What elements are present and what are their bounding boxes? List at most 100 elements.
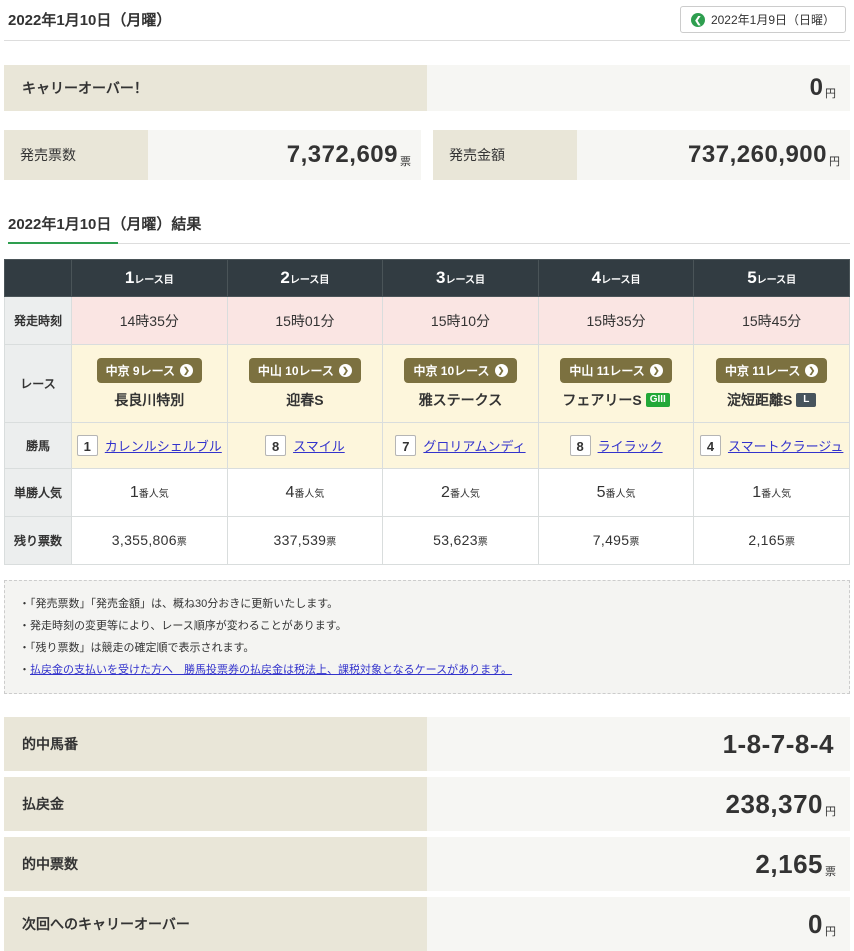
- ticket-count-label: 発売票数: [4, 130, 148, 180]
- grade-listed-badge: L: [796, 393, 816, 407]
- race-4-name: フェアリーSGIII: [539, 390, 694, 410]
- start-time-3: 15時10分: [383, 297, 539, 345]
- grade-g3-badge: GIII: [646, 393, 670, 407]
- tax-info-link[interactable]: 払戻金の支払いを受けた方へ 勝馬投票券の払戻金は税法上、課税対象となるケースがあ…: [30, 664, 512, 676]
- results-header-row: 1レース目 2レース目 3レース目 4レース目 5レース目: [5, 260, 850, 297]
- race-5-header: 5レース目: [694, 260, 850, 297]
- page-title: 2022年1月10日（月曜）: [8, 9, 171, 30]
- race-cell-3: 中京 10レース❯ 雅ステークス: [383, 345, 539, 423]
- start-time-2: 15時01分: [227, 297, 383, 345]
- sales-amount-value: 737,260,900 円: [577, 130, 850, 180]
- remaining-1: 3,355,806票: [72, 517, 228, 565]
- race-1-button[interactable]: 中京 9レース❯: [97, 358, 202, 383]
- prev-day-button[interactable]: ❮ 2022年1月9日（日曜）: [680, 6, 846, 33]
- winning-numbers-value: 1-8-7-8-4: [427, 717, 850, 771]
- race-5-name: 淀短距離SL: [694, 390, 849, 410]
- race-4-button[interactable]: 中山 11レース❯: [560, 358, 671, 383]
- top-header: 2022年1月10日（月曜） ❮ 2022年1月9日（日曜）: [4, 0, 850, 41]
- race-5-button[interactable]: 中京 11レース❯: [716, 358, 827, 383]
- results-title: 2022年1月10日（月曜）結果: [8, 213, 850, 234]
- summary-section: 的中馬番 1-8-7-8-4 払戻金 238,370 円 的中票数 2,165 …: [4, 717, 850, 951]
- ticket-count-value: 7,372,609 票: [148, 130, 421, 180]
- ticket-count-unit: 票: [400, 141, 411, 169]
- popularity-5: 1番人気: [694, 469, 850, 517]
- note-item-link: ・払戻金の支払いを受けた方へ 勝馬投票券の払戻金は税法上、課税対象となるケースが…: [19, 659, 835, 681]
- remaining-votes-row: 残り票数 3,355,806票 337,539票 53,623票 7,495票 …: [5, 517, 850, 565]
- ticket-count-number: 7,372,609: [287, 141, 398, 169]
- winner-cell-5: 4 スマートクラージュ: [694, 423, 850, 469]
- horse-link-5[interactable]: スマートクラージュ: [728, 436, 843, 455]
- race-4-header: 4レース目: [538, 260, 694, 297]
- start-time-label: 発走時刻: [5, 297, 72, 345]
- payout-row: 払戻金 238,370 円: [4, 777, 850, 831]
- sales-amount-label: 発売金額: [433, 130, 577, 180]
- winner-cell-4: 8 ライラック: [538, 423, 694, 469]
- popularity-2: 4番人気: [227, 469, 383, 517]
- race-label: レース: [5, 345, 72, 423]
- next-carryover-label: 次回へのキャリーオーバー: [4, 897, 427, 951]
- race-3-header: 3レース目: [383, 260, 539, 297]
- corner-cell: [5, 260, 72, 297]
- race-2-button[interactable]: 中山 10レース❯: [249, 358, 361, 383]
- circle-right-arrow-icon: ❯: [495, 364, 508, 377]
- circle-right-arrow-icon: ❯: [650, 364, 663, 377]
- winning-numbers-label: 的中馬番: [4, 717, 427, 771]
- ticket-count-panel: 発売票数 7,372,609 票: [4, 130, 421, 180]
- horse-link-1[interactable]: カレンルシェルブル: [105, 436, 222, 455]
- winning-numbers-row: 的中馬番 1-8-7-8-4: [4, 717, 850, 771]
- payout-value: 238,370 円: [427, 777, 850, 831]
- sales-amount-unit: 円: [829, 141, 840, 169]
- start-time-4: 15時35分: [538, 297, 694, 345]
- winning-tickets-value: 2,165 票: [427, 837, 850, 891]
- race-3-name: 雅ステークス: [383, 390, 538, 410]
- sales-amount-panel: 発売金額 737,260,900 円: [433, 130, 850, 180]
- next-carryover-value: 0 円: [427, 897, 850, 951]
- horse-number: 4: [700, 435, 721, 456]
- popularity-label: 単勝人気: [5, 469, 72, 517]
- race-cell-5: 中京 11レース❯ 淀短距離SL: [694, 345, 850, 423]
- win5-results-page: 2022年1月10日（月曜） ❮ 2022年1月9日（日曜） キャリーオーバー！…: [0, 0, 854, 951]
- horse-link-3[interactable]: グロリアムンディ: [423, 436, 525, 455]
- horse-link-4[interactable]: ライラック: [598, 436, 663, 455]
- results-table: 1レース目 2レース目 3レース目 4レース目 5レース目 発走時刻 14時35…: [4, 259, 850, 565]
- winner-cell-3: 7 グロリアムンディ: [383, 423, 539, 469]
- results-title-underline: [8, 243, 850, 244]
- race-cell-1: 中京 9レース❯ 長良川特別: [72, 345, 228, 423]
- carryover-amount: 0: [810, 74, 823, 102]
- carryover-row: キャリーオーバー！ 0 円: [4, 65, 850, 111]
- remaining-5: 2,165票: [694, 517, 850, 565]
- race-cell-2: 中山 10レース❯ 迎春S: [227, 345, 383, 423]
- notes-box: ・「発売票数」「発売金額」は、概ね30分おきに更新いたします。 ・発走時刻の変更…: [4, 580, 850, 694]
- horse-number: 8: [265, 435, 286, 456]
- horse-number: 8: [570, 435, 591, 456]
- horse-number: 7: [395, 435, 416, 456]
- horse-number: 1: [77, 435, 98, 456]
- winning-tickets-row: 的中票数 2,165 票: [4, 837, 850, 891]
- race-cell-4: 中山 11レース❯ フェアリーSGIII: [538, 345, 694, 423]
- race-1-header: 1レース目: [72, 260, 228, 297]
- carryover-label: キャリーオーバー！: [4, 65, 427, 111]
- remaining-label: 残り票数: [5, 517, 72, 565]
- winner-cell-1: 1 カレンルシェルブル: [72, 423, 228, 469]
- popularity-1: 1番人気: [72, 469, 228, 517]
- carryover-value: 0 円: [427, 65, 850, 111]
- note-item: ・「発売票数」「発売金額」は、概ね30分おきに更新いたします。: [19, 593, 835, 615]
- popularity-3: 2番人気: [383, 469, 539, 517]
- note-item: ・「残り票数」は競走の確定順で表示されます。: [19, 637, 835, 659]
- sales-amount-number: 737,260,900: [688, 141, 827, 169]
- remaining-3: 53,623票: [383, 517, 539, 565]
- circle-right-arrow-icon: ❯: [339, 364, 352, 377]
- race-3-button[interactable]: 中京 10レース❯: [404, 358, 516, 383]
- sales-row: 発売票数 7,372,609 票 発売金額 737,260,900 円: [4, 130, 850, 180]
- payout-label: 払戻金: [4, 777, 427, 831]
- winning-tickets-label: 的中票数: [4, 837, 427, 891]
- circle-left-arrow-icon: ❮: [691, 13, 705, 27]
- race-2-name: 迎春S: [228, 390, 383, 410]
- race-2-header: 2レース目: [227, 260, 383, 297]
- popularity-4: 5番人気: [538, 469, 694, 517]
- start-time-5: 15時45分: [694, 297, 850, 345]
- prev-day-label: 2022年1月9日（日曜）: [711, 11, 835, 28]
- horse-link-2[interactable]: スマイル: [293, 436, 345, 455]
- remaining-4: 7,495票: [538, 517, 694, 565]
- race-1-name: 長良川特別: [72, 390, 227, 410]
